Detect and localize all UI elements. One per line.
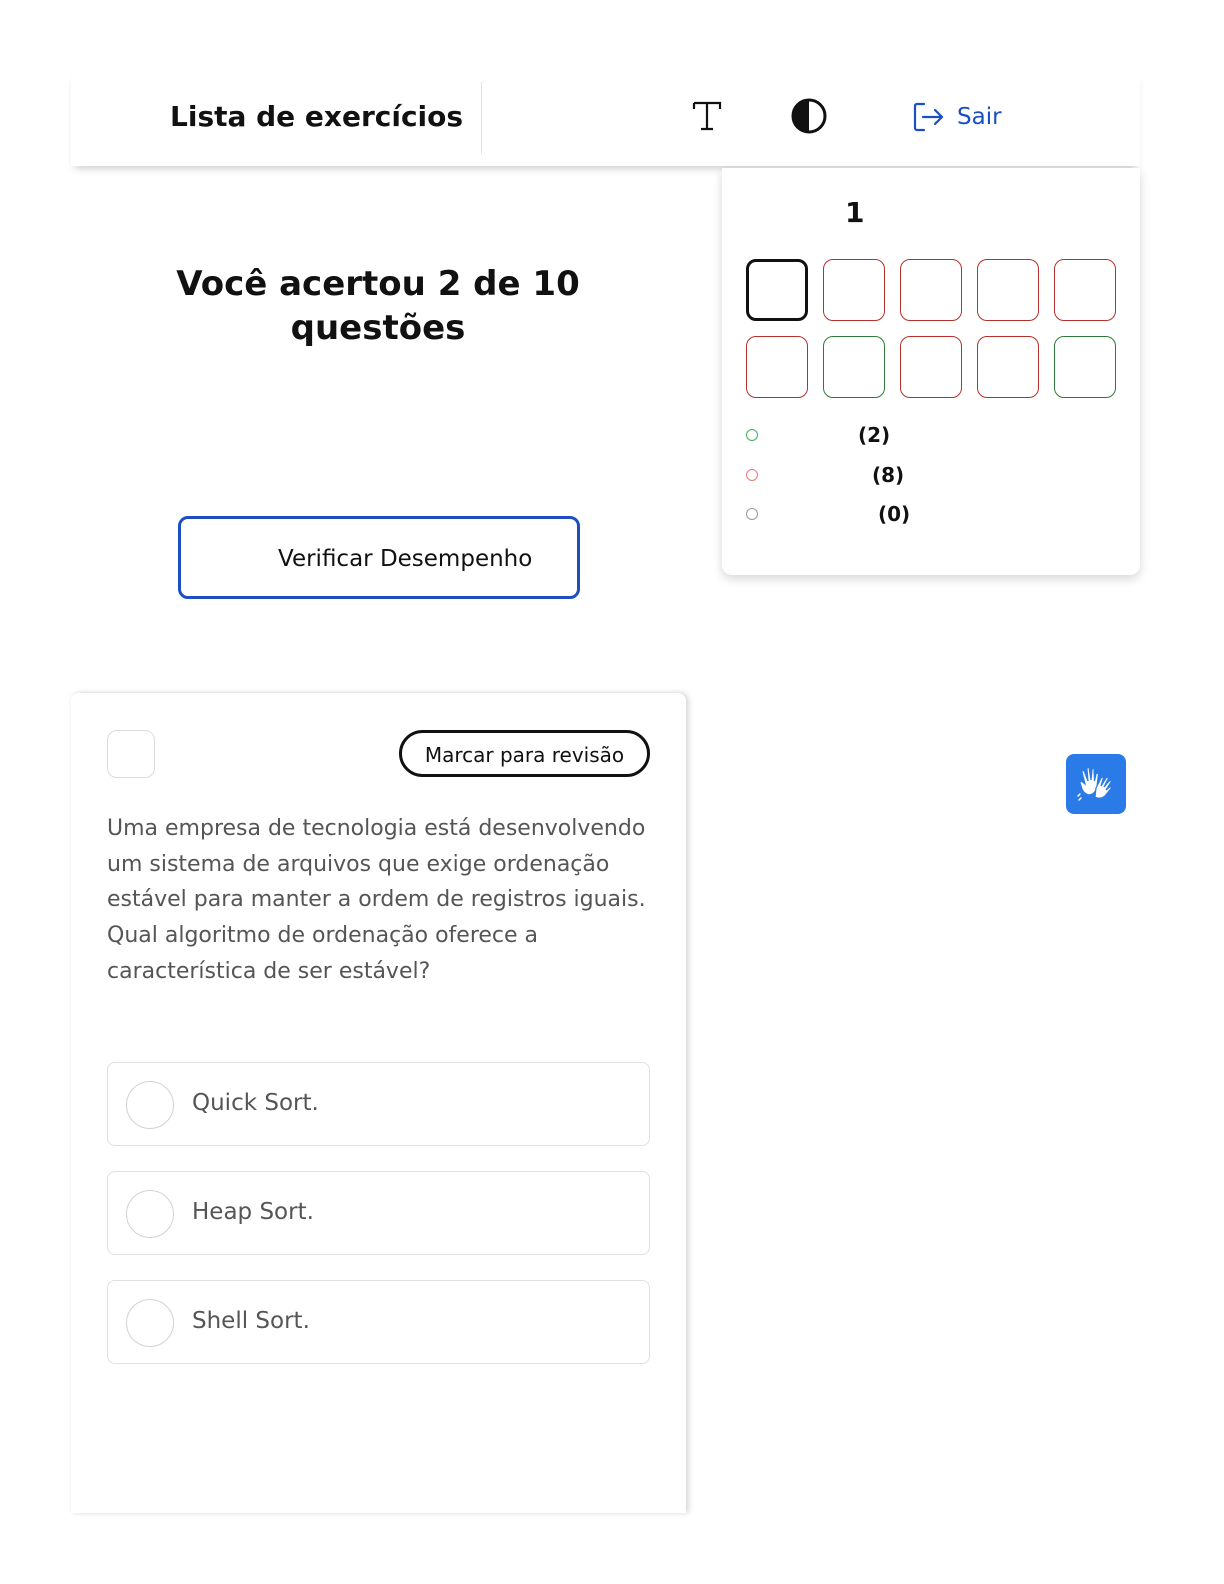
contrast-icon: [791, 98, 827, 134]
option-a-label: Quick Sort.: [192, 1090, 319, 1116]
question-nav-box-5[interactable]: [1054, 259, 1116, 321]
option-b-radio[interactable]: [126, 1190, 174, 1238]
top-header: Lista de exercícios Sair: [71, 70, 1140, 166]
page-title: Lista de exercícios: [170, 100, 464, 133]
sign-language-hands-icon: [1077, 766, 1113, 801]
option-c-label: Shell Sort.: [192, 1308, 310, 1334]
option-c-radio[interactable]: [126, 1299, 174, 1347]
question-nav-box-4[interactable]: [977, 259, 1039, 321]
contrast-button[interactable]: [789, 96, 829, 136]
option-a[interactable]: Quick Sort.: [107, 1062, 650, 1146]
legend-wrong: (8): [744, 463, 1044, 487]
question-text: Uma empresa de tecnologia está desenvolv…: [107, 811, 647, 990]
legend-unanswered-count: (0): [878, 502, 911, 526]
question-checkbox[interactable]: [107, 730, 155, 778]
header-divider: [481, 82, 482, 154]
question-nav-box-10[interactable]: [1054, 336, 1116, 398]
question-nav-box-1[interactable]: [746, 259, 808, 321]
question-prompt: Qual algoritmo de ordenação oferece a ca…: [107, 923, 539, 984]
logout-icon: [913, 102, 944, 132]
question-nav-box-7[interactable]: [823, 336, 885, 398]
question-statement: Uma empresa de tecnologia está desenvolv…: [107, 816, 646, 913]
option-a-radio[interactable]: [126, 1081, 174, 1129]
legend-wrong-count: (8): [872, 463, 905, 487]
verify-performance-label: Verificar Desempenho: [278, 546, 533, 572]
option-b-label: Heap Sort.: [192, 1199, 314, 1225]
legend-unanswered-dot: [746, 508, 758, 520]
mark-for-review-label: Marcar para revisão: [424, 743, 625, 767]
font-size-icon: [692, 101, 722, 131]
exit-label: Sair: [957, 104, 1002, 130]
legend-correct-count: (2): [858, 423, 891, 447]
legend-unanswered: (0): [744, 502, 1044, 526]
legend-correct: (2): [744, 423, 1044, 447]
current-question-number: 1: [845, 196, 865, 229]
question-card: Marcar para revisão Uma empresa de tecno…: [71, 693, 686, 1513]
question-nav-box-8[interactable]: [900, 336, 962, 398]
legend-wrong-dot: [746, 469, 758, 481]
mark-for-review-button[interactable]: Marcar para revisão: [399, 730, 650, 777]
font-size-button[interactable]: [689, 98, 725, 134]
question-nav-box-9[interactable]: [977, 336, 1039, 398]
verify-performance-button[interactable]: Verificar Desempenho: [178, 516, 580, 599]
legend-correct-dot: [746, 429, 758, 441]
question-navigation-panel: 1 (2) (8) (0): [722, 168, 1140, 575]
sign-language-button[interactable]: [1066, 754, 1126, 814]
result-heading: Você acertou 2 de 10 questões: [176, 264, 580, 348]
question-nav-box-3[interactable]: [900, 259, 962, 321]
option-c[interactable]: Shell Sort.: [107, 1280, 650, 1364]
exit-button[interactable]: Sair: [913, 102, 1002, 132]
option-b[interactable]: Heap Sort.: [107, 1171, 650, 1255]
question-nav-box-6[interactable]: [746, 336, 808, 398]
question-nav-box-2[interactable]: [823, 259, 885, 321]
